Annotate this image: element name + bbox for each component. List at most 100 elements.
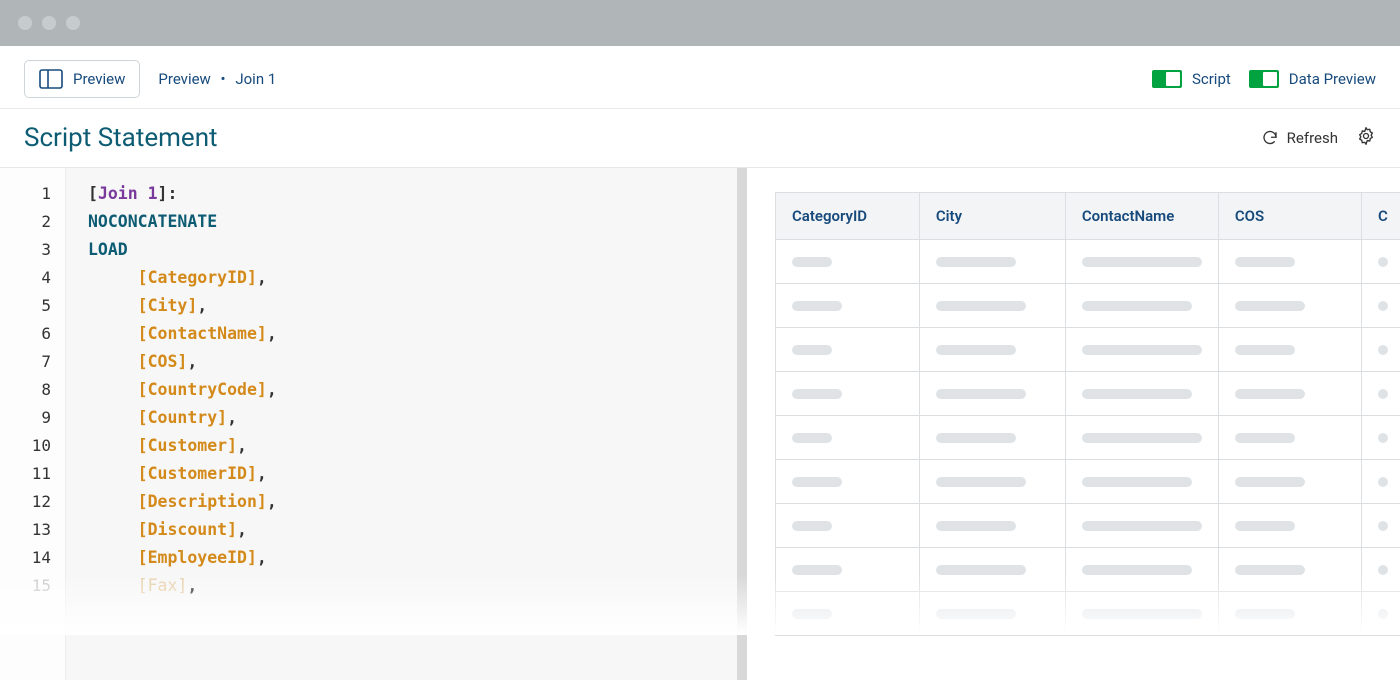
table-cell: [776, 284, 920, 328]
section-header: Script Statement Refresh: [0, 109, 1400, 168]
toggle-data-preview[interactable]: Data Preview: [1249, 70, 1376, 88]
table-cell: [919, 372, 1065, 416]
placeholder-bar: [936, 301, 1026, 311]
code-line: [CustomerID],: [88, 460, 747, 488]
placeholder-bar: [792, 609, 832, 619]
placeholder-bar: [1378, 521, 1388, 531]
table-cell: [776, 416, 920, 460]
editor-scrollbar[interactable]: [737, 168, 747, 680]
table-row[interactable]: [776, 372, 1400, 416]
script-editor[interactable]: 123456789101112131415 [Join 1]:NOCONCATE…: [0, 168, 747, 680]
placeholder-bar: [936, 477, 1026, 487]
table-cell: [919, 240, 1065, 284]
placeholder-bar: [1082, 521, 1202, 531]
settings-button[interactable]: [1356, 126, 1376, 150]
table-cell: [776, 504, 920, 548]
table-cell: [1361, 504, 1400, 548]
table-cell: [1361, 548, 1400, 592]
column-header[interactable]: COS: [1218, 193, 1361, 240]
toggle-data-preview-label: Data Preview: [1289, 70, 1376, 88]
placeholder-bar: [1378, 477, 1388, 487]
table-cell: [919, 416, 1065, 460]
table-cell: [1218, 460, 1361, 504]
preview-button[interactable]: Preview: [24, 60, 140, 98]
placeholder-bar: [1235, 521, 1295, 531]
table-row[interactable]: [776, 416, 1400, 460]
code-line: LOAD: [88, 236, 747, 264]
table-cell: [1065, 504, 1218, 548]
toggle-data-preview-switch[interactable]: [1249, 70, 1279, 88]
line-number: 11: [0, 460, 65, 488]
table-row[interactable]: [776, 240, 1400, 284]
table-cell: [1065, 416, 1218, 460]
placeholder-bar: [792, 301, 842, 311]
placeholder-bar: [1082, 609, 1202, 619]
preview-button-label: Preview: [73, 70, 125, 88]
placeholder-bar: [1082, 257, 1202, 267]
placeholder-bar: [1378, 565, 1388, 575]
traffic-light-minimize[interactable]: [42, 16, 56, 30]
table-cell: [1218, 592, 1361, 636]
traffic-light-zoom[interactable]: [66, 16, 80, 30]
editor-code[interactable]: [Join 1]:NOCONCATENATELOAD [CategoryID],…: [66, 168, 747, 680]
line-number: 2: [0, 208, 65, 236]
line-number: 3: [0, 236, 65, 264]
toggle-script[interactable]: Script: [1152, 70, 1231, 88]
breadcrumb-leaf[interactable]: Join 1: [235, 70, 276, 88]
table-row[interactable]: [776, 592, 1400, 636]
breadcrumb-root[interactable]: Preview: [158, 70, 210, 88]
table-cell: [1218, 548, 1361, 592]
line-number: 1: [0, 180, 65, 208]
table-row[interactable]: [776, 284, 1400, 328]
code-line: [Description],: [88, 488, 747, 516]
placeholder-bar: [936, 609, 1016, 619]
placeholder-bar: [1082, 301, 1192, 311]
table-cell: [1065, 460, 1218, 504]
code-line: [Fax],: [88, 572, 747, 600]
table-cell: [1361, 416, 1400, 460]
table-row[interactable]: [776, 328, 1400, 372]
placeholder-bar: [936, 521, 1016, 531]
placeholder-bar: [936, 565, 1026, 575]
code-line: [COS],: [88, 348, 747, 376]
code-line: [Discount],: [88, 516, 747, 544]
code-line: [Join 1]:: [88, 180, 747, 208]
placeholder-bar: [1235, 433, 1295, 443]
table-cell: [1361, 240, 1400, 284]
toggle-script-switch[interactable]: [1152, 70, 1182, 88]
table-cell: [1065, 372, 1218, 416]
placeholder-bar: [1235, 565, 1305, 575]
table-cell: [776, 460, 920, 504]
refresh-button[interactable]: Refresh: [1261, 129, 1338, 147]
table-row[interactable]: [776, 460, 1400, 504]
table-cell: [776, 328, 920, 372]
column-header[interactable]: CategoryID: [776, 193, 920, 240]
placeholder-bar: [1235, 609, 1295, 619]
placeholder-bar: [1082, 345, 1202, 355]
panel-split-icon: [39, 69, 63, 89]
code-line: [CountryCode],: [88, 376, 747, 404]
traffic-light-close[interactable]: [18, 16, 32, 30]
placeholder-bar: [792, 477, 842, 487]
column-header[interactable]: City: [919, 193, 1065, 240]
table-cell: [1065, 548, 1218, 592]
breadcrumb-separator: •: [221, 70, 226, 88]
table-row[interactable]: [776, 548, 1400, 592]
placeholder-bar: [792, 433, 832, 443]
placeholder-bar: [1082, 433, 1202, 443]
placeholder-bar: [792, 389, 842, 399]
column-header[interactable]: C: [1361, 193, 1400, 240]
line-number: 14: [0, 544, 65, 572]
table-cell: [1065, 592, 1218, 636]
column-header[interactable]: ContactName: [1065, 193, 1218, 240]
table-cell: [1065, 328, 1218, 372]
table-cell: [1361, 372, 1400, 416]
table-row[interactable]: [776, 504, 1400, 548]
window-titlebar: [0, 0, 1400, 46]
line-number: 6: [0, 320, 65, 348]
code-line: [City],: [88, 292, 747, 320]
placeholder-bar: [792, 565, 842, 575]
placeholder-bar: [1378, 345, 1388, 355]
placeholder-bar: [792, 521, 832, 531]
placeholder-bar: [1378, 301, 1388, 311]
